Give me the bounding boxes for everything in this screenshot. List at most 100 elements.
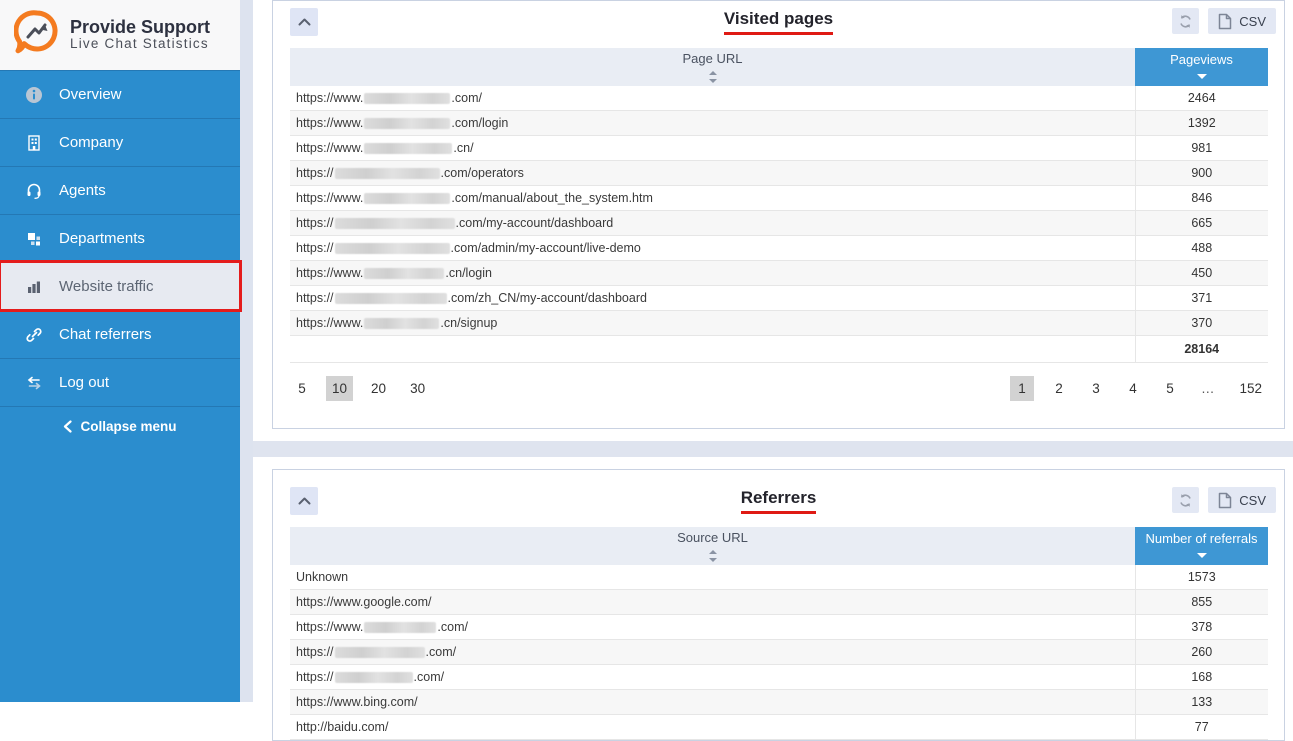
redacted-url-segment [335,218,455,229]
page-number[interactable]: 152 [1233,376,1268,401]
url-cell: https://.com/ [290,665,1135,690]
chevron-up-icon [298,497,311,505]
column-header-page-url[interactable]: Page URL [290,48,1135,86]
sidebar-item-website-traffic[interactable]: Website traffic [0,262,240,310]
sidebar-item-label: Agents [59,182,106,199]
url-cell: https://.com/my-account/dashboard [290,211,1135,236]
panel-0-pages: 12345…152 [997,376,1268,401]
sidebar-item-label: Departments [59,230,145,247]
table-row: https://www..com/378 [290,615,1268,640]
chevron-left-icon [63,420,72,433]
url-cell: https://www..cn/ [290,136,1135,161]
collapse-menu-label: Collapse menu [80,419,176,434]
sidebar-item-overview[interactable]: Overview [0,70,240,118]
scrollbar-track[interactable] [240,0,253,702]
total-value: 28164 [1135,336,1268,363]
value-cell: 260 [1135,640,1268,665]
url-cell: https://.com/ [290,640,1135,665]
page-size-option[interactable]: 5 [290,376,314,401]
column-header-source-url[interactable]: Source URL [290,527,1135,565]
collapse-panel-button[interactable] [290,8,318,36]
brand-text: Provide Support Live Chat Statistics [70,18,210,53]
sidebar-item-company[interactable]: Company [0,118,240,166]
table-row: https://www.google.com/855 [290,590,1268,615]
referrers-panel: Referrers CSV Source URL [272,469,1285,741]
sort-icon [291,69,1134,83]
table-row: https://.com/168 [290,665,1268,690]
total-empty-cell [290,336,1135,363]
table-row: http://baidu.com/77 [290,715,1268,740]
value-cell: 378 [1135,615,1268,640]
refresh-button[interactable] [1172,8,1199,34]
url-cell: https://www..cn/signup [290,311,1135,336]
sidebar-item-label: Website traffic [59,278,153,295]
redacted-url-segment [335,293,447,304]
url-cell: https://www..com/manual/about_the_system… [290,186,1135,211]
redacted-url-segment [364,193,450,204]
url-cell: https://www.google.com/ [290,590,1135,615]
table-row: https://.com/operators900 [290,161,1268,186]
redacted-url-segment [364,118,450,129]
panel-divider [253,441,1293,457]
value-cell: 77 [1135,715,1268,740]
table-row: https://www.bing.com/133 [290,690,1268,715]
collapse-menu-button[interactable]: Collapse menu [0,406,240,445]
provide-support-logo-icon [14,9,60,62]
value-cell: 900 [1135,161,1268,186]
table-row: https://.com/zh_CN/my-account/dashboard3… [290,286,1268,311]
table-row: https://.com/260 [290,640,1268,665]
page-size-option[interactable]: 10 [326,376,353,401]
url-cell: https://www..cn/login [290,261,1135,286]
table-row: https://www..com/manual/about_the_system… [290,186,1268,211]
panel-1-tbody: Unknown1573https://www.google.com/855htt… [290,565,1268,740]
total-row: 28164 [290,336,1268,363]
brand-header: Provide Support Live Chat Statistics [0,0,240,70]
sidebar-item-agents[interactable]: Agents [0,166,240,214]
value-cell: 855 [1135,590,1268,615]
url-cell: https://www..com/ [290,615,1135,640]
url-cell: https://www.bing.com/ [290,690,1135,715]
table-row: https://www..cn/signup370 [290,311,1268,336]
headset-icon [24,181,44,201]
sort-desc-icon [1197,553,1207,558]
page-number[interactable]: 1 [1010,376,1034,401]
page-number[interactable]: 3 [1084,376,1108,401]
url-cell: Unknown [290,565,1135,590]
column-header-pageviews[interactable]: Pageviews [1135,48,1268,86]
brand-tagline: Live Chat Statistics [70,37,210,52]
page-size-option[interactable]: 20 [365,376,392,401]
sidebar-item-departments[interactable]: Departments [0,214,240,262]
csv-export-button[interactable]: CSV [1208,487,1276,513]
panel-0-tbody: https://www..com/2464https://www..com/lo… [290,86,1268,363]
collapse-panel-button[interactable] [290,487,318,515]
sidebar: Provide Support Live Chat Statistics Ove… [0,0,240,702]
url-cell: https://www..com/ [290,86,1135,111]
column-header-number-of-referrals[interactable]: Number of referrals [1135,527,1268,565]
value-cell: 133 [1135,690,1268,715]
sort-desc-icon [1197,74,1207,79]
file-icon [1218,13,1232,30]
sort-icon [291,548,1134,562]
refresh-icon [1178,14,1193,29]
url-cell: https://www..com/login [290,111,1135,136]
page-size-option[interactable]: 30 [404,376,431,401]
bar-chart-icon [24,277,44,297]
value-cell: 370 [1135,311,1268,336]
table-row: https://www..cn/login450 [290,261,1268,286]
page-number[interactable]: 5 [1158,376,1182,401]
value-cell: 1573 [1135,565,1268,590]
page-number[interactable]: 2 [1047,376,1071,401]
page-number[interactable]: 4 [1121,376,1145,401]
value-cell: 1392 [1135,111,1268,136]
sidebar-item-label: Log out [59,374,109,391]
value-cell: 665 [1135,211,1268,236]
csv-export-button[interactable]: CSV [1208,8,1276,34]
chevron-up-icon [298,18,311,26]
sidebar-item-label: Company [59,134,123,151]
sidebar-item-log-out[interactable]: Log out [0,358,240,406]
referrers-table: Source URL Number of referrals Unknown15… [290,527,1268,740]
url-cell: https://.com/operators [290,161,1135,186]
refresh-button[interactable] [1172,487,1199,513]
sidebar-item-chat-referrers[interactable]: Chat referrers [0,310,240,358]
value-cell: 450 [1135,261,1268,286]
